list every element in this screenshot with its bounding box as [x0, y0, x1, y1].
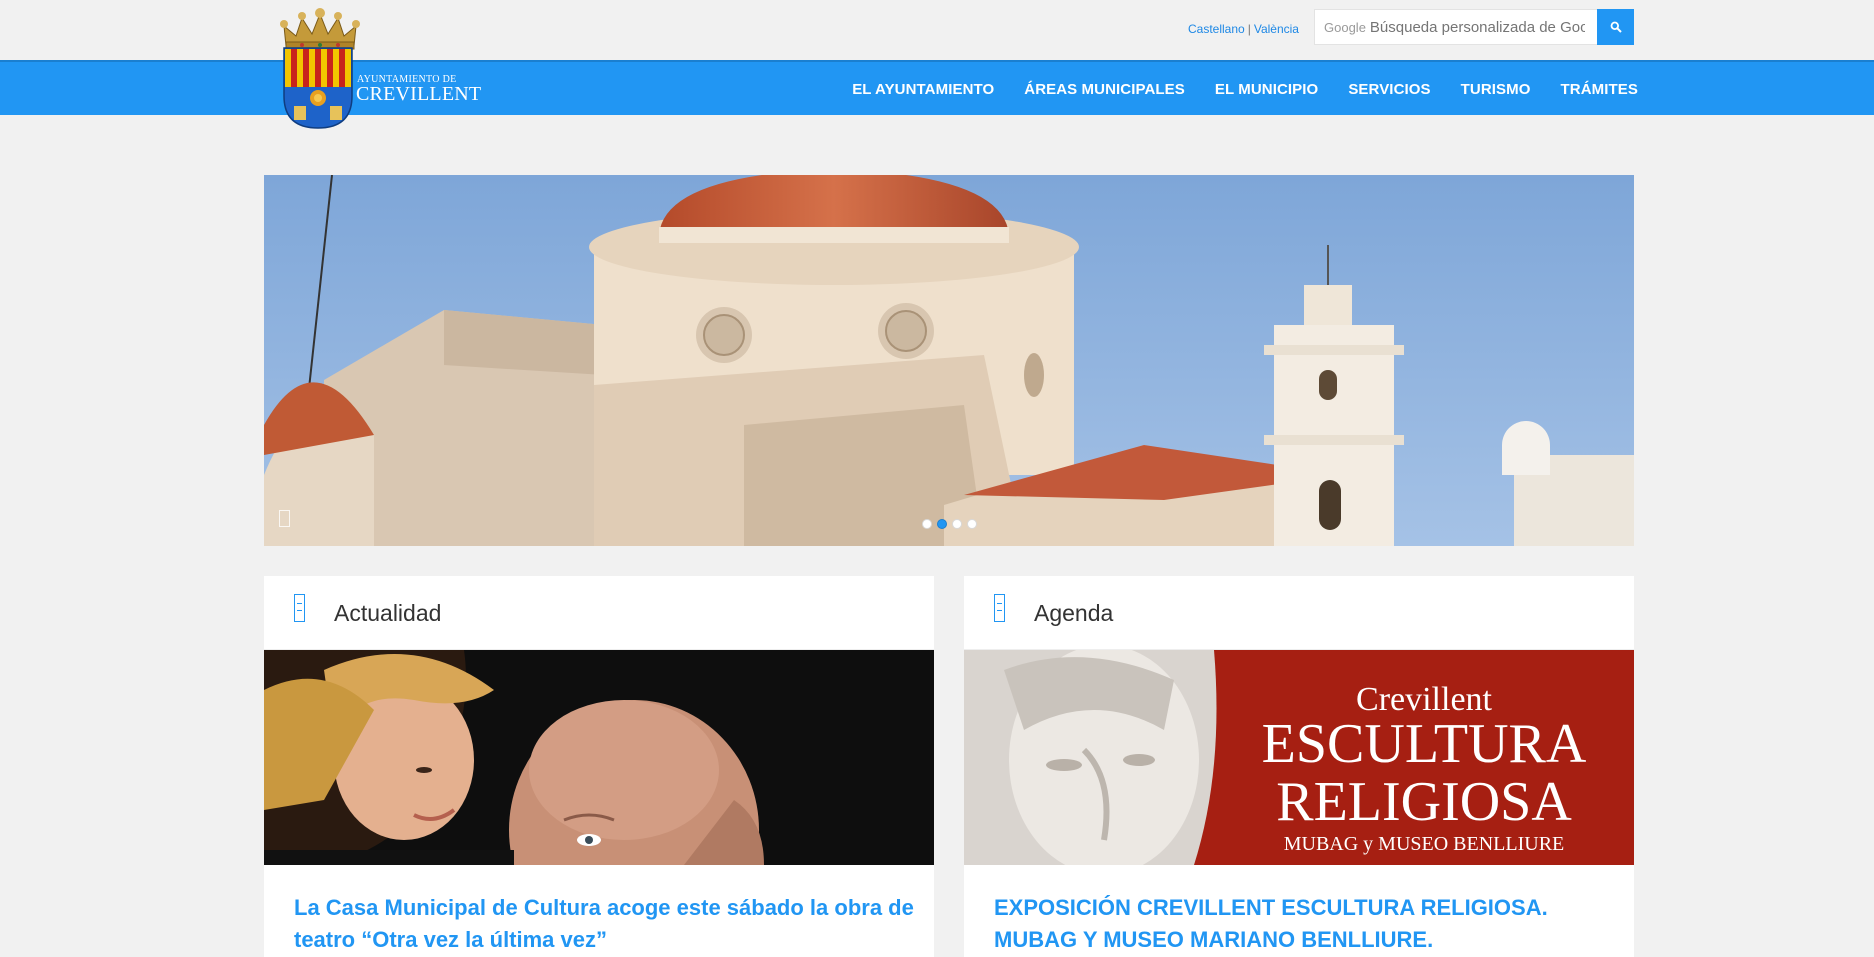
lang-valencia-link[interactable]: València — [1254, 22, 1299, 36]
agenda-card: Agenda Crevillent ESCULTURA RELIGIOSA MU… — [964, 576, 1634, 957]
agenda-card-header: Agenda — [964, 576, 1634, 650]
nav-servicios[interactable]: SERVICIOS — [1348, 81, 1430, 98]
slider-dots — [922, 519, 977, 529]
agenda-section-title: Agenda — [1034, 600, 1114, 626]
slider-dot-2[interactable] — [937, 519, 947, 529]
calendar-icon — [994, 594, 1005, 622]
coat-of-arms-shield — [283, 47, 353, 129]
slider-dot-1[interactable] — [922, 519, 932, 529]
news-card-header: Actualidad — [264, 576, 934, 650]
google-label: Google — [1324, 19, 1366, 35]
nav-tramites[interactable]: TRÁMITES — [1561, 81, 1638, 98]
hero-slider — [264, 175, 1634, 546]
search-box: Google — [1314, 9, 1634, 45]
news-card: Actualidad La Casa Municipal de Cultura … — [264, 576, 934, 957]
search-icon — [1610, 21, 1622, 33]
poster-line3: RELIGIOSA — [1276, 771, 1572, 833]
nav-areas-municipales[interactable]: ÁREAS MUNICIPALES — [1024, 81, 1185, 98]
slider-dot-3[interactable] — [952, 519, 962, 529]
agenda-poster: Crevillent ESCULTURA RELIGIOSA MUBAG y M… — [964, 650, 1634, 865]
nav-el-ayuntamiento[interactable]: EL AYUNTAMIENTO — [852, 81, 994, 98]
news-section-title: Actualidad — [334, 600, 442, 626]
news-photo — [264, 650, 934, 865]
nav-el-municipio[interactable]: EL MUNICIPIO — [1215, 81, 1318, 98]
poster-line2: ESCULTURA — [1262, 713, 1587, 775]
poster-line4: MUBAG y MUSEO BENLLIURE — [1284, 833, 1565, 855]
main-nav: EL AYUNTAMIENTO ÁREAS MUNICIPALES EL MUN… — [852, 62, 1638, 117]
agenda-image[interactable]: Crevillent ESCULTURA RELIGIOSA MUBAG y M… — [964, 650, 1634, 865]
nav-turismo[interactable]: TURISMO — [1461, 81, 1531, 98]
slider-dot-4[interactable] — [967, 519, 977, 529]
logo-line2: CREVILLENT — [356, 83, 482, 105]
news-image[interactable] — [264, 650, 934, 865]
search-button[interactable] — [1597, 9, 1634, 45]
crown-emblem — [280, 8, 360, 50]
lang-separator: | — [1247, 22, 1251, 36]
news-headline-link[interactable]: La Casa Municipal de Cultura acoge este … — [294, 892, 914, 956]
search-input[interactable] — [1369, 18, 1585, 36]
lang-castellano-link[interactable]: Castellano — [1188, 22, 1245, 36]
agenda-headline-link[interactable]: EXPOSICIÓN CREVILLENT ESCULTURA RELIGIOS… — [994, 892, 1614, 956]
newspaper-icon — [294, 594, 305, 622]
hero-image-church — [264, 175, 1634, 546]
site-logo[interactable]: AYUNTAMIENTO DE CREVILLENT — [278, 8, 482, 133]
language-switcher: Castellano | València — [1188, 22, 1299, 36]
slider-pause-button[interactable] — [279, 510, 290, 527]
